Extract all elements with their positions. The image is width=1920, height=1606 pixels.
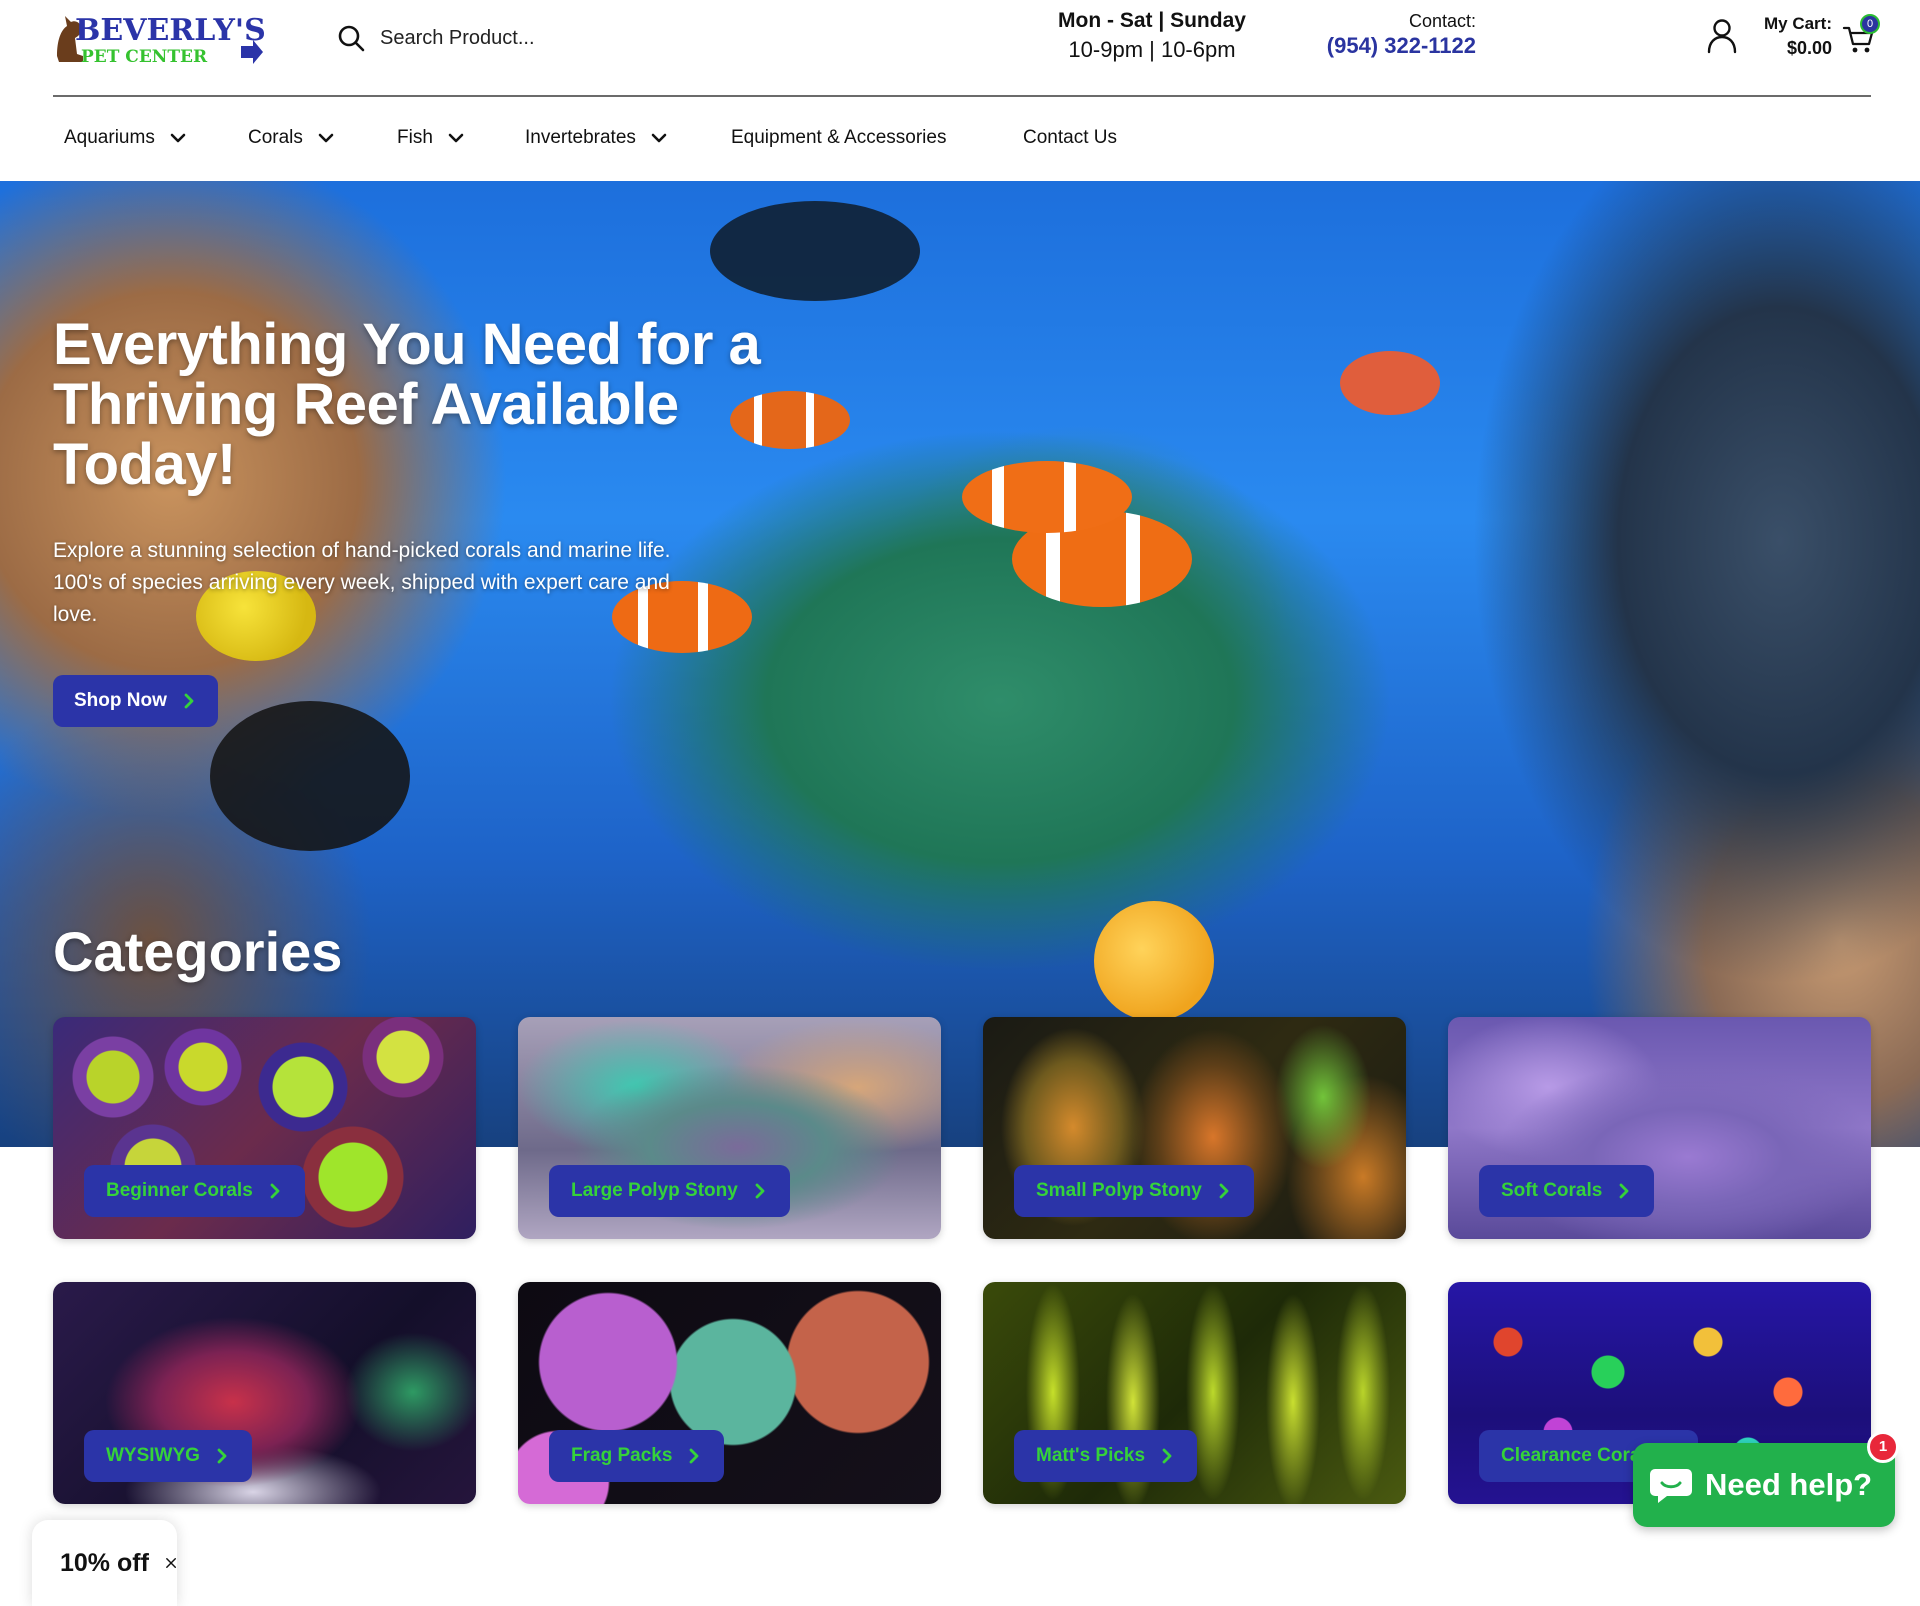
store-hours: Mon - Sat | Sunday 10-9pm | 10-6pm xyxy=(1052,8,1252,66)
categories-heading: Categories xyxy=(53,920,343,983)
chevron-right-icon xyxy=(217,1448,227,1464)
nav-item-fish[interactable]: Fish xyxy=(397,127,465,149)
discount-tab[interactable]: 10% off xyxy=(32,1520,177,1606)
chevron-right-icon xyxy=(1619,1183,1629,1199)
category-label: Matt's Picks xyxy=(1036,1445,1146,1466)
chevron-down-icon xyxy=(448,133,464,143)
nav-item-label: Corals xyxy=(248,127,303,148)
category-label: Small Polyp Stony xyxy=(1036,1180,1202,1201)
category-button[interactable]: WYSIWYG xyxy=(84,1430,252,1482)
hero-description: Explore a stunning selection of hand-pic… xyxy=(53,539,671,626)
hero-banner: Everything You Need for a Thriving Reef … xyxy=(0,181,1920,1147)
hero-title: Everything You Need for a Thriving Reef … xyxy=(53,312,761,497)
site-logo[interactable]: BEVERLY'S PET CENTER xyxy=(53,10,265,68)
nav-item-aquariums[interactable]: Aquariums xyxy=(64,127,187,149)
category-label: Clearance Coral xyxy=(1501,1445,1646,1466)
chat-notification-badge: 1 xyxy=(1867,1431,1899,1463)
chevron-right-icon xyxy=(270,1183,280,1199)
category-card-frag-packs[interactable]: Frag Packs xyxy=(518,1282,941,1504)
nav-item-invertebrates[interactable]: Invertebrates xyxy=(525,127,668,149)
clownfish-shape xyxy=(962,461,1132,533)
chevron-down-icon xyxy=(651,133,667,143)
chevron-right-icon xyxy=(184,693,194,709)
svg-text:BEVERLY'S: BEVERLY'S xyxy=(75,13,265,48)
user-icon[interactable] xyxy=(1706,18,1738,54)
shop-now-button[interactable]: Shop Now xyxy=(53,675,218,727)
category-button[interactable]: Soft Corals xyxy=(1479,1165,1655,1217)
nav-item-label: Fish xyxy=(397,127,433,148)
category-label: Frag Packs xyxy=(571,1445,673,1466)
search-input[interactable]: Search Product... xyxy=(380,27,535,50)
contact-phone-link[interactable]: (954) 322-1122 xyxy=(1316,32,1476,60)
chat-widget-button[interactable]: Need help? 1 xyxy=(1633,1431,1899,1527)
category-card-beginner-corals[interactable]: Beginner Corals xyxy=(53,1017,476,1239)
category-card-soft-corals[interactable]: Soft Corals xyxy=(1448,1017,1871,1239)
contact-info: Contact: (954) 322-1122 xyxy=(1316,10,1476,60)
nav-item-label: Invertebrates xyxy=(525,127,636,148)
cart-amount: $0.00 xyxy=(1786,38,1832,58)
yellow-tang-shape xyxy=(1094,901,1214,1021)
dark-fish-shape xyxy=(210,701,410,851)
category-button[interactable]: Frag Packs xyxy=(549,1430,725,1482)
discount-label: 10% off xyxy=(60,1548,149,1577)
chevron-right-icon xyxy=(1219,1183,1229,1199)
nav-item-contact-us[interactable]: Contact Us xyxy=(1023,127,1117,149)
chevron-down-icon xyxy=(318,133,334,143)
category-button[interactable]: Large Polyp Stony xyxy=(549,1165,790,1217)
category-label: WYSIWYG xyxy=(106,1445,200,1466)
category-label: Soft Corals xyxy=(1501,1180,1603,1201)
site-header: BEVERLY'S PET CENTER Search Product... M… xyxy=(0,0,1920,97)
main-nav: Aquariums Corals Fish Invertebrates Equi… xyxy=(0,97,1920,181)
category-label: Beginner Corals xyxy=(106,1180,253,1201)
chevron-right-icon xyxy=(755,1183,765,1199)
close-icon[interactable] xyxy=(165,1553,177,1573)
category-card-large-polyp-stony[interactable]: Large Polyp Stony xyxy=(518,1017,941,1239)
category-button[interactable]: Matt's Picks xyxy=(1014,1430,1198,1482)
chat-bubble-icon xyxy=(1650,1469,1692,1503)
nav-item-equipment-accessories[interactable]: Equipment & Accessories xyxy=(731,127,946,149)
anthias-fish-shape xyxy=(1340,351,1440,415)
hours-days: Mon - Sat | Sunday xyxy=(1058,9,1246,32)
hours-times: 10-9pm | 10-6pm xyxy=(1068,37,1236,62)
contact-label: Contact: xyxy=(1408,11,1476,31)
cart-summary[interactable]: My Cart: $0.00 0 xyxy=(1760,12,1880,62)
search-icon[interactable] xyxy=(336,23,366,53)
nav-item-label: Aquariums xyxy=(64,127,155,148)
category-button[interactable]: Beginner Corals xyxy=(84,1165,305,1217)
category-button[interactable]: Small Polyp Stony xyxy=(1014,1165,1254,1217)
cart-label: My Cart: xyxy=(1763,14,1832,33)
nav-item-corals[interactable]: Corals xyxy=(248,127,335,149)
cart-count-badge: 0 xyxy=(1860,14,1880,34)
chat-label: Need help? xyxy=(1705,1467,1873,1502)
dark-fish-shape xyxy=(710,201,920,301)
category-card-small-polyp-stony[interactable]: Small Polyp Stony xyxy=(983,1017,1406,1239)
search-bar[interactable]: Search Product... xyxy=(336,18,696,58)
chevron-right-icon xyxy=(690,1448,699,1464)
nav-item-label: Equipment & Accessories xyxy=(731,127,947,148)
category-card-wysiwyg[interactable]: WYSIWYG xyxy=(53,1282,476,1504)
shop-now-label: Shop Now xyxy=(74,690,167,711)
nav-item-label: Contact Us xyxy=(1023,127,1117,148)
chevron-right-icon xyxy=(1162,1448,1172,1464)
category-card-matts-picks[interactable]: Matt's Picks xyxy=(983,1282,1406,1504)
svg-text:PET CENTER: PET CENTER xyxy=(81,47,208,67)
category-label: Large Polyp Stony xyxy=(571,1180,738,1201)
chevron-down-icon xyxy=(170,133,186,143)
